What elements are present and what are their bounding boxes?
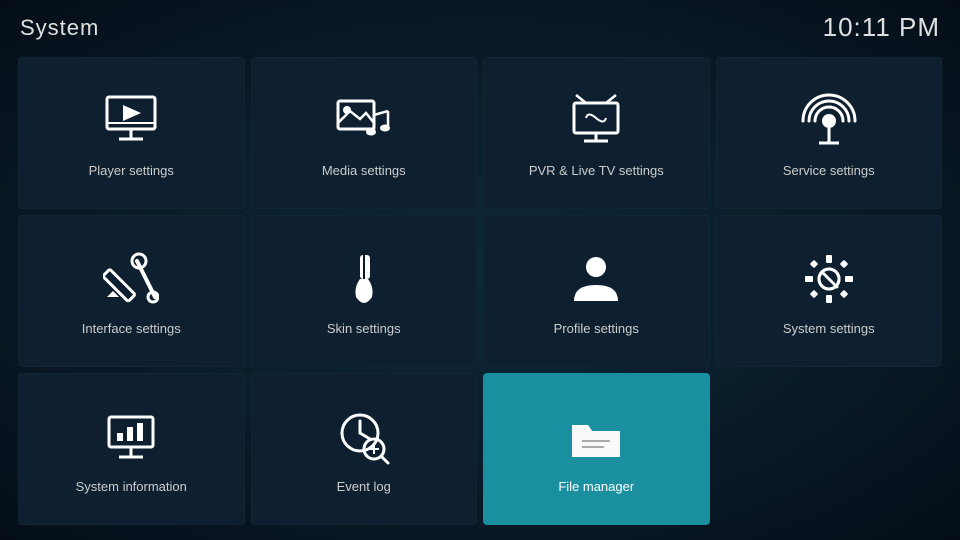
player-icon xyxy=(99,89,163,153)
event-log-label: Event log xyxy=(337,479,391,494)
interface-icon xyxy=(99,247,163,311)
tile-profile-settings[interactable]: Profile settings xyxy=(483,215,710,367)
system-page: System 10:11 PM Player settings xyxy=(0,0,960,540)
eventlog-icon xyxy=(332,405,396,469)
filemanager-icon xyxy=(564,405,628,469)
system-settings-label: System settings xyxy=(783,321,875,336)
tile-event-log[interactable]: Event log xyxy=(251,373,478,525)
header: System 10:11 PM xyxy=(0,0,960,51)
clock: 10:11 PM xyxy=(823,12,940,43)
tile-player-settings[interactable]: Player settings xyxy=(18,57,245,209)
service-icon xyxy=(797,89,861,153)
pvr-settings-label: PVR & Live TV settings xyxy=(529,163,664,178)
tile-system-information[interactable]: System information xyxy=(18,373,245,525)
page-title: System xyxy=(20,15,99,41)
skin-settings-label: Skin settings xyxy=(327,321,401,336)
tile-service-settings[interactable]: Service settings xyxy=(716,57,943,209)
system-settings-icon xyxy=(797,247,861,311)
tile-file-manager[interactable]: File manager xyxy=(483,373,710,525)
service-settings-label: Service settings xyxy=(783,163,875,178)
interface-settings-label: Interface settings xyxy=(82,321,181,336)
skin-icon xyxy=(332,247,396,311)
player-settings-label: Player settings xyxy=(89,163,174,178)
profile-settings-label: Profile settings xyxy=(554,321,639,336)
sysinfo-icon xyxy=(99,405,163,469)
tile-skin-settings[interactable]: Skin settings xyxy=(251,215,478,367)
profile-icon xyxy=(564,247,628,311)
tile-system-settings[interactable]: System settings xyxy=(716,215,943,367)
media-icon xyxy=(332,89,396,153)
tile-interface-settings[interactable]: Interface settings xyxy=(18,215,245,367)
media-settings-label: Media settings xyxy=(322,163,406,178)
system-information-label: System information xyxy=(76,479,187,494)
pvr-icon xyxy=(564,89,628,153)
tile-pvr-settings[interactable]: PVR & Live TV settings xyxy=(483,57,710,209)
file-manager-label: File manager xyxy=(558,479,634,494)
settings-grid: Player settings Media settings xyxy=(0,51,960,535)
tile-media-settings[interactable]: Media settings xyxy=(251,57,478,209)
